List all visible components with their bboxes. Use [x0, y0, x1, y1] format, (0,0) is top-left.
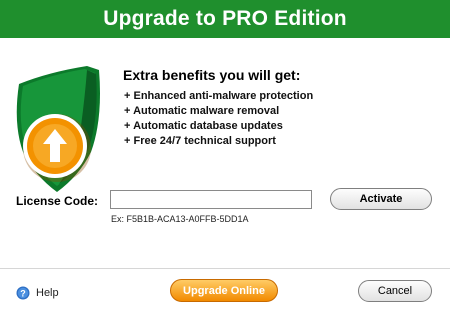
activate-button[interactable]: Activate [330, 188, 432, 210]
window-title: Upgrade to PRO Edition [103, 7, 347, 30]
upgrade-online-button[interactable]: Upgrade Online [170, 279, 278, 302]
help-icon: ? [16, 286, 30, 300]
benefit-item: + Enhanced anti-malware protection [124, 90, 314, 102]
benefit-item: + Free 24/7 technical support [124, 135, 276, 147]
main-panel: Extra benefits you will get: + Enhanced … [0, 38, 450, 268]
license-code-input[interactable] [110, 190, 312, 209]
license-code-example: Ex: F5B1B-ACA13-A0FFB-5DD1A [111, 214, 249, 224]
benefit-item: + Automatic database updates [124, 120, 283, 132]
benefits-title: Extra benefits you will get: [123, 67, 301, 83]
cancel-button[interactable]: Cancel [358, 280, 432, 302]
license-code-label: License Code: [16, 194, 99, 208]
title-bar: Upgrade to PRO Edition [0, 0, 450, 38]
benefits-list: + Enhanced anti-malware protection + Aut… [124, 89, 313, 149]
help-link[interactable]: ? Help [16, 286, 59, 300]
help-label: Help [36, 287, 59, 299]
footer-bar: ? Help Upgrade Online Cancel [0, 268, 450, 311]
benefit-item: + Automatic malware removal [124, 105, 280, 117]
shield-upgrade-icon [9, 64, 109, 194]
svg-text:?: ? [20, 288, 26, 298]
